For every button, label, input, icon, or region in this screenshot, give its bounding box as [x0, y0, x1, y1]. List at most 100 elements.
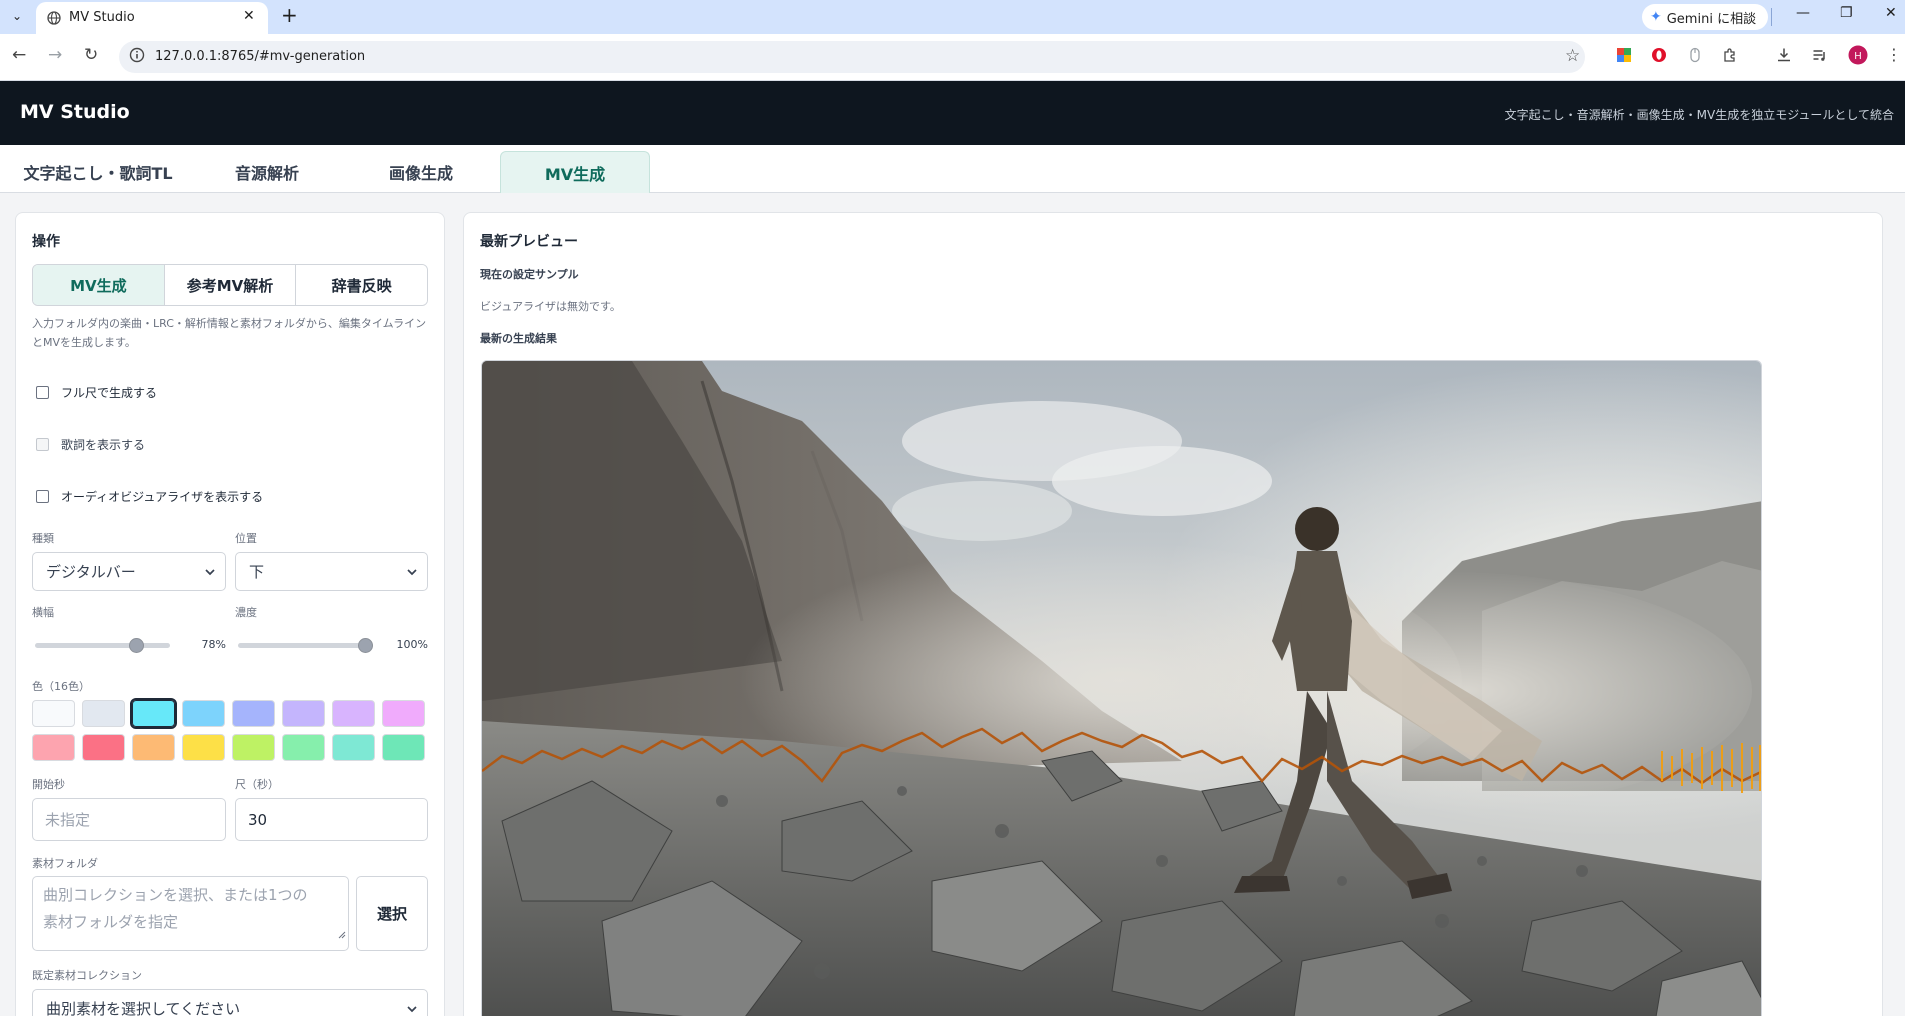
color-swatch[interactable]: [382, 734, 425, 761]
tab-search-chevron-icon[interactable]: ⌄: [6, 5, 28, 27]
visualizer-type-select[interactable]: デジタルバー: [32, 552, 226, 591]
color-swatch[interactable]: [130, 698, 177, 729]
color-swatch[interactable]: [232, 734, 275, 761]
full-length-checkbox[interactable]: [36, 386, 49, 399]
color-swatch[interactable]: [282, 700, 325, 727]
width-slider[interactable]: [35, 638, 170, 653]
duration-label: 尺（秒）: [235, 778, 279, 791]
browser-tab[interactable]: MV Studio ✕: [36, 2, 268, 34]
browser-tab-title: MV Studio: [69, 10, 135, 25]
back-arrow-icon[interactable]: ←: [12, 45, 26, 65]
gemini-button-label: Gemini に相談: [1666, 11, 1757, 27]
color-swatch[interactable]: [82, 700, 125, 727]
type-label: 種類: [32, 532, 54, 545]
download-icon[interactable]: [1776, 47, 1792, 67]
color-swatch[interactable]: [182, 734, 225, 761]
collection-value: 曲別素材を選択してください: [46, 1000, 241, 1016]
show-lyrics-option: 歌詞を表示する: [36, 436, 145, 453]
show-lyrics-label: 歌詞を表示する: [61, 438, 146, 452]
address-bar[interactable]: 127.0.0.1:8765/#mv-generation ☆: [119, 41, 1585, 73]
window-close-icon[interactable]: ✕: [1885, 5, 1897, 21]
width-value: 78%: [201, 638, 226, 651]
opacity-label: 濃度: [235, 606, 257, 619]
browser-tab-strip: ⌄ MV Studio ✕ + ✦ Gemini に相談 — ❐ ✕: [0, 0, 1905, 34]
material-placeholder-line-1: 曲別コレクションを選択、または1つの: [43, 886, 308, 904]
app-subtitle: 文字起こし・音源解析・画像生成・MV生成を独立モジュールとして統合: [1504, 108, 1894, 122]
color-swatch[interactable]: [382, 700, 425, 727]
select-folder-button[interactable]: 選択: [356, 876, 428, 951]
bookmark-star-icon[interactable]: ☆: [1565, 46, 1580, 66]
color-grid-extension-icon[interactable]: [1616, 47, 1632, 67]
chevron-down-icon: [204, 564, 216, 582]
result-heading: 最新の生成結果: [480, 332, 557, 345]
color-swatch[interactable]: [82, 734, 125, 761]
color-swatch[interactable]: [182, 700, 225, 727]
app-header: MV Studio 文字起こし・音源解析・画像生成・MV生成を独立モジュールとし…: [0, 81, 1905, 145]
new-tab-icon[interactable]: +: [281, 3, 298, 27]
media-queue-icon[interactable]: [1812, 47, 1828, 67]
module-tabs: 文字起こし・歌詞TL 音源解析 画像生成 MV生成: [0, 145, 1905, 193]
profile-avatar[interactable]: H: [1848, 45, 1868, 69]
position-label: 位置: [235, 532, 257, 545]
color-swatch[interactable]: [32, 700, 75, 727]
profile-initial: H: [1854, 51, 1861, 62]
minimize-icon[interactable]: —: [1796, 5, 1810, 21]
divider: [1771, 8, 1772, 26]
width-label: 横幅: [32, 606, 54, 619]
tab-transcription[interactable]: 文字起こし・歌詞TL: [6, 151, 190, 193]
resize-grip-icon[interactable]: [338, 921, 346, 948]
forward-arrow-icon[interactable]: →: [48, 45, 62, 65]
color-swatch[interactable]: [332, 734, 375, 761]
reload-icon[interactable]: ↻: [84, 45, 98, 65]
close-tab-icon[interactable]: ✕: [243, 8, 255, 24]
kebab-menu-icon[interactable]: ⋮: [1886, 45, 1902, 64]
color-label: 色（16色）: [32, 680, 90, 693]
collection-select[interactable]: 曲別素材を選択してください: [32, 989, 428, 1016]
preview-heading: 最新プレビュー: [480, 234, 578, 250]
restore-icon[interactable]: ❐: [1840, 5, 1853, 21]
opacity-value: 100%: [396, 638, 428, 651]
generated-mv-preview[interactable]: [481, 360, 1762, 1016]
tab-mv-generation[interactable]: MV生成: [500, 151, 650, 193]
color-swatch[interactable]: [332, 700, 375, 727]
tab-image-generation[interactable]: 画像生成: [362, 151, 480, 193]
start-seconds-input[interactable]: 未指定: [32, 798, 226, 841]
visualizer-option[interactable]: オーディオビジュアライザを表示する: [36, 488, 263, 505]
browser-toolbar: ← → ↻ 127.0.0.1:8765/#mv-generation ☆ H …: [0, 34, 1905, 81]
mode-mv-generation-button[interactable]: MV生成: [33, 265, 165, 305]
material-placeholder-line-2: 素材フォルダを指定: [43, 913, 179, 931]
mouse-extension-icon[interactable]: [1687, 47, 1703, 67]
color-swatch[interactable]: [232, 700, 275, 727]
mode-switcher: MV生成 参考MV解析 辞書反映: [32, 264, 428, 306]
duration-input[interactable]: 30: [235, 798, 428, 841]
chevron-down-icon: [406, 564, 418, 582]
operations-panel: 操作 MV生成 参考MV解析 辞書反映 入力フォルダ内の楽曲・LRC・解析情報と…: [15, 212, 445, 1016]
operations-heading: 操作: [32, 234, 60, 250]
material-folder-label: 素材フォルダ: [32, 857, 98, 870]
visualizer-position-value: 下: [249, 563, 265, 581]
mode-description: 入力フォルダ内の楽曲・LRC・解析情報と素材フォルダから、編集タイムラインとMV…: [32, 317, 427, 349]
visualizer-type-value: デジタルバー: [46, 563, 136, 581]
full-length-option[interactable]: フル尺で生成する: [36, 384, 157, 401]
mode-dictionary-button[interactable]: 辞書反映: [296, 265, 427, 305]
visualizer-position-select[interactable]: 下: [235, 552, 428, 591]
show-lyrics-checkbox: [36, 438, 49, 451]
site-info-icon[interactable]: [129, 47, 145, 67]
sample-heading: 現在の設定サンプル: [480, 268, 579, 281]
visualizer-checkbox[interactable]: [36, 490, 49, 503]
color-swatch[interactable]: [32, 734, 75, 761]
width-slider-thumb[interactable]: [128, 638, 144, 653]
app-title: MV Studio: [20, 101, 130, 123]
opera-extension-icon[interactable]: [1651, 47, 1667, 67]
color-swatch[interactable]: [282, 734, 325, 761]
gemini-button[interactable]: ✦ Gemini に相談: [1642, 4, 1768, 30]
opacity-slider[interactable]: [238, 638, 373, 653]
puzzle-extensions-icon[interactable]: [1722, 47, 1738, 67]
tab-audio-analysis[interactable]: 音源解析: [212, 151, 322, 193]
mode-reference-analysis-button[interactable]: 参考MV解析: [164, 265, 297, 305]
color-swatch[interactable]: [132, 734, 175, 761]
material-folder-textarea[interactable]: 曲別コレクションを選択、または1つの 素材フォルダを指定: [32, 876, 349, 951]
visualizer-disabled-note: ビジュアライザは無効です。: [480, 300, 621, 313]
visualizer-label: オーディオビジュアライザを表示する: [61, 490, 264, 504]
opacity-slider-thumb[interactable]: [358, 638, 373, 653]
